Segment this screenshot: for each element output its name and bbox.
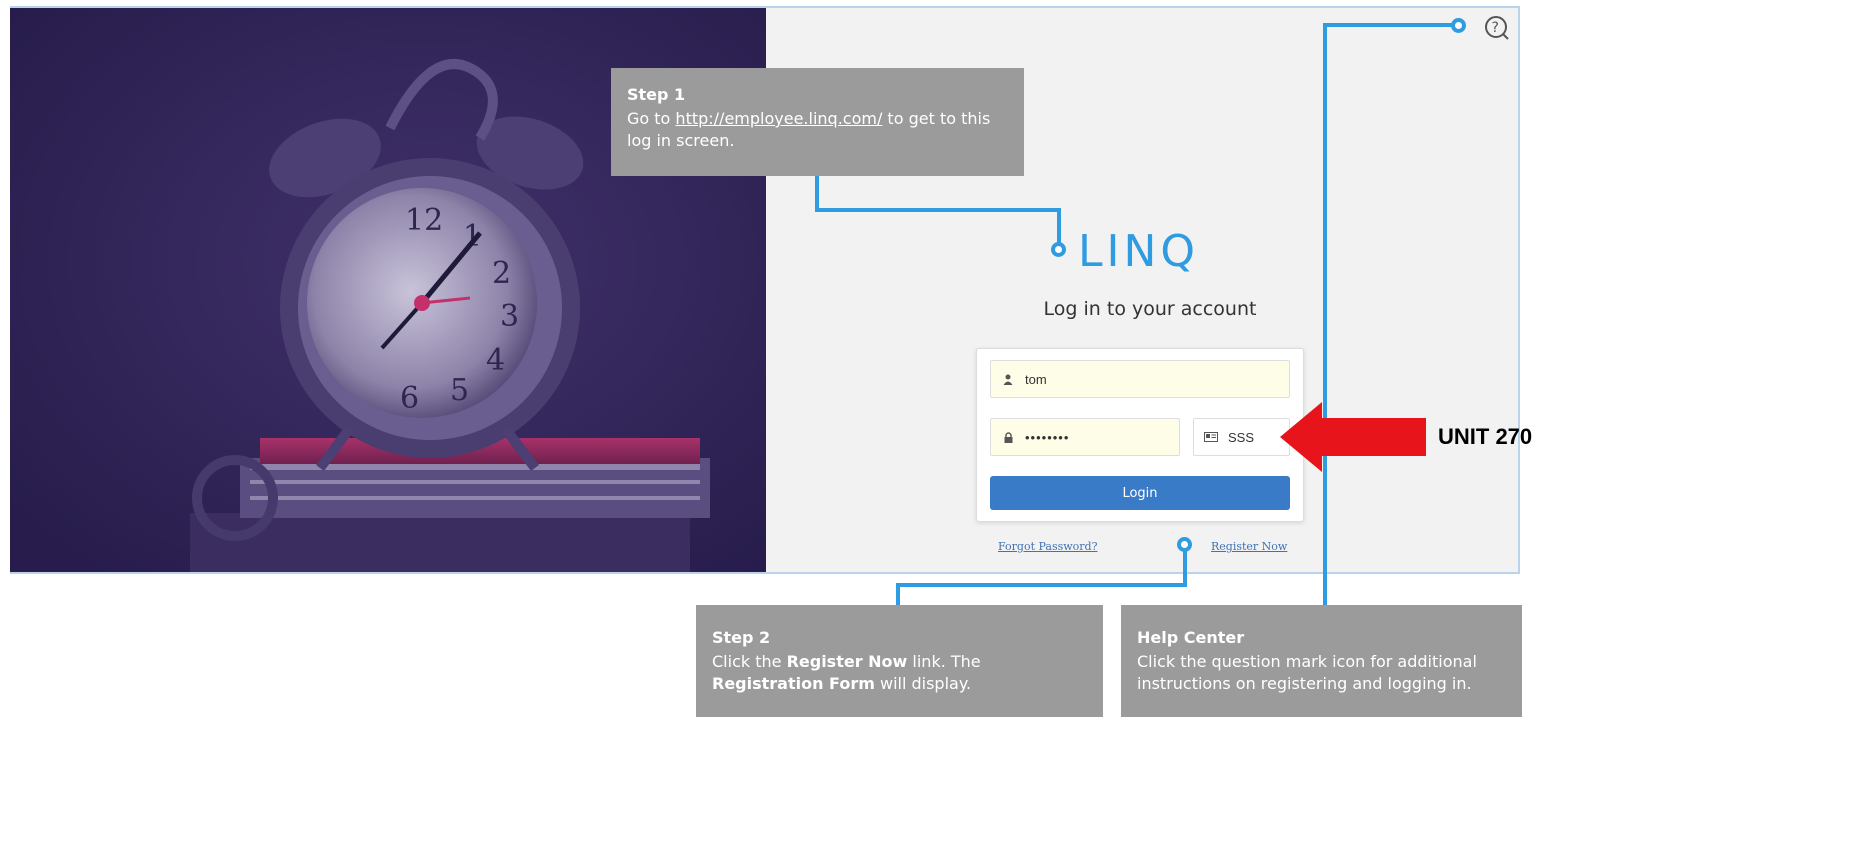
login-heading: Log in to your account	[1043, 298, 1257, 320]
step1-title: Step 1	[627, 85, 686, 104]
help-connector	[1323, 23, 1327, 607]
question-circle-icon[interactable]: ?	[1483, 14, 1511, 42]
step2-callout: Step 2 Click the Register Now link. The …	[696, 605, 1103, 717]
svg-text:?: ?	[1492, 20, 1499, 36]
step2-connector	[896, 583, 1187, 587]
username-value: tom	[1025, 371, 1047, 387]
step2-connector	[1183, 550, 1187, 586]
svg-text:4: 4	[486, 343, 505, 378]
step2-text-2: link. The	[907, 652, 981, 671]
step1-connector	[815, 208, 1061, 212]
step1-connector	[815, 176, 819, 212]
step2-text-1: Click the	[712, 652, 787, 671]
district-value: SSS	[1228, 429, 1255, 445]
svg-text:12: 12	[405, 203, 443, 238]
register-now-link[interactable]: Register Now	[1211, 540, 1287, 553]
step2-bold-form: Registration Form	[712, 674, 875, 693]
svg-text:3: 3	[500, 299, 519, 334]
lock-icon	[1001, 430, 1015, 444]
step2-title: Step 2	[712, 628, 771, 647]
help-center-text: Click the question mark icon for additio…	[1137, 652, 1477, 693]
login-button[interactable]: Login	[990, 476, 1290, 510]
step1-callout: Step 1 Go to http://employee.linq.com/ t…	[611, 68, 1024, 176]
step1-text-before: Go to	[627, 109, 676, 128]
step1-connector	[1057, 208, 1061, 244]
help-connector	[1323, 23, 1457, 27]
step1-link[interactable]: http://employee.linq.com/	[675, 109, 882, 128]
password-field[interactable]: ••••••••	[990, 418, 1180, 456]
password-value: ••••••••	[1025, 429, 1070, 445]
red-arrow-icon	[1280, 402, 1426, 477]
unit-label: UNIT 270	[1438, 424, 1533, 449]
svg-text:5: 5	[450, 373, 469, 408]
step2-connector	[896, 583, 900, 607]
svg-text:2: 2	[492, 256, 511, 291]
user-icon	[1001, 372, 1015, 386]
step2-bold-register: Register Now	[786, 652, 908, 671]
step2-text-3: will display.	[874, 674, 972, 693]
forgot-password-link[interactable]: Forgot Password?	[998, 540, 1097, 553]
help-center-callout: Help Center Click the question mark icon…	[1121, 605, 1522, 717]
linq-logo: LINQ	[1078, 226, 1200, 277]
step1-connector-node	[1051, 242, 1066, 257]
help-center-title: Help Center	[1137, 628, 1245, 647]
district-field[interactable]: SSS	[1193, 418, 1290, 456]
svg-text:6: 6	[400, 381, 419, 416]
id-card-icon	[1204, 430, 1218, 444]
help-connector-node	[1451, 18, 1466, 33]
username-field[interactable]: tom	[990, 360, 1290, 398]
